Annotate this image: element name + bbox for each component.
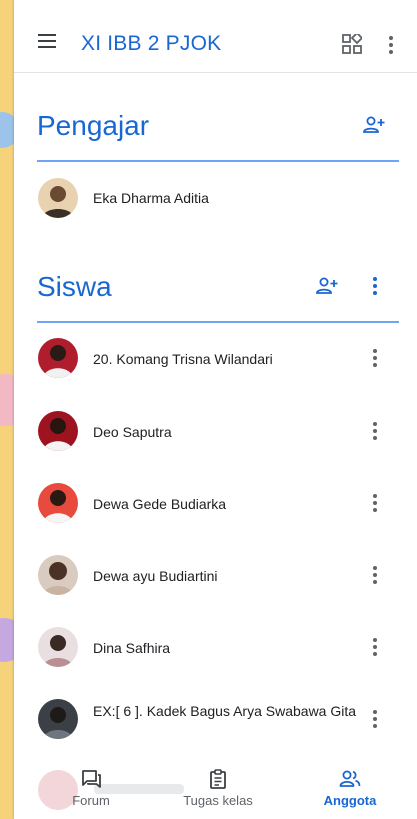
students-more-icon[interactable] xyxy=(373,277,377,295)
class-people-screen: XI IBB 2 PJOK Pengajar Eka Dharma Aditia… xyxy=(14,0,417,819)
tab-forum-label: Forum xyxy=(72,793,110,808)
add-student-icon[interactable] xyxy=(316,277,338,295)
forum-icon xyxy=(82,770,101,788)
student-avatar xyxy=(38,699,78,739)
students-divider xyxy=(37,321,399,323)
class-title[interactable]: XI IBB 2 PJOK xyxy=(81,32,221,56)
teachers-section-title: Pengajar xyxy=(37,110,150,141)
class-apps-icon[interactable] xyxy=(342,34,362,54)
more-vert-icon[interactable] xyxy=(389,36,393,54)
student-more-icon[interactable] xyxy=(373,566,377,584)
people-icon xyxy=(339,770,361,787)
add-teacher-icon[interactable] xyxy=(363,116,385,134)
student-name: 20. Komang Trisna Wilandari xyxy=(93,351,273,367)
student-name: Dina Safhira xyxy=(93,640,171,656)
tab-classwork[interactable]: Tugas kelas xyxy=(172,760,264,819)
student-name: Deo Saputra xyxy=(93,424,172,440)
classwork-icon xyxy=(210,769,226,789)
students-section-title: Siswa xyxy=(37,271,112,302)
student-avatar xyxy=(38,483,78,523)
student-more-icon[interactable] xyxy=(373,349,377,367)
student-name: Dewa ayu Budiartini xyxy=(93,568,218,584)
top-app-bar: XI IBB 2 PJOK xyxy=(14,0,417,73)
student-name: EX:[ 6 ]. Kadek Bagus Arya Swabawa Gita xyxy=(93,703,357,719)
bottom-navigation: Forum Tugas kelas Anggota xyxy=(14,760,417,819)
hamburger-icon[interactable] xyxy=(38,34,56,48)
tab-classwork-label: Tugas kelas xyxy=(183,793,253,808)
student-avatar xyxy=(38,338,78,378)
student-name: Dewa Gede Budiarka xyxy=(93,496,227,512)
student-avatar xyxy=(38,555,78,595)
teachers-divider xyxy=(37,160,399,162)
student-more-icon[interactable] xyxy=(373,710,377,728)
tab-people-label: Anggota xyxy=(323,793,377,808)
student-avatar xyxy=(38,411,78,451)
tab-forum[interactable]: Forum xyxy=(54,760,128,819)
student-more-icon[interactable] xyxy=(373,422,377,440)
student-more-icon[interactable] xyxy=(373,494,377,512)
student-more-icon[interactable] xyxy=(373,638,377,656)
tab-people[interactable]: Anggota xyxy=(312,760,388,819)
student-avatar xyxy=(38,627,78,667)
teacher-avatar xyxy=(38,178,78,218)
teacher-name: Eka Dharma Aditia xyxy=(93,190,209,206)
